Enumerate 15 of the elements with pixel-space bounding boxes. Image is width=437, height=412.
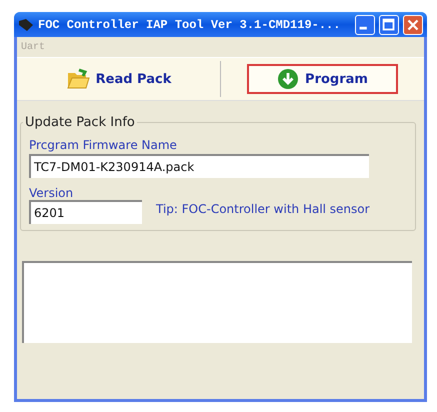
folder-icon (66, 68, 90, 90)
close-button[interactable] (403, 14, 423, 34)
field-label: Version (29, 186, 74, 200)
firmware-name-field[interactable]: TC7-DM01-K230914A.pack (29, 154, 369, 178)
group-title: Update Pack Info (24, 115, 136, 130)
version-field[interactable]: 6201 (29, 200, 142, 224)
minimize-button[interactable] (355, 14, 375, 34)
maximize-button[interactable] (379, 14, 399, 34)
tip-text: Tip: FOC-Controller with Hall sensor (156, 202, 370, 216)
toolbar-button[interactable]: Program (247, 64, 398, 94)
download-icon (277, 68, 300, 90)
field-label: Prcgram Firmware Name (29, 138, 178, 152)
toolbar-button[interactable]: Read Pack (36, 64, 202, 94)
app-icon (18, 18, 34, 32)
window-title: FOC Controller IAP Tool Ver 3.1-CMD119-... (38, 18, 342, 32)
